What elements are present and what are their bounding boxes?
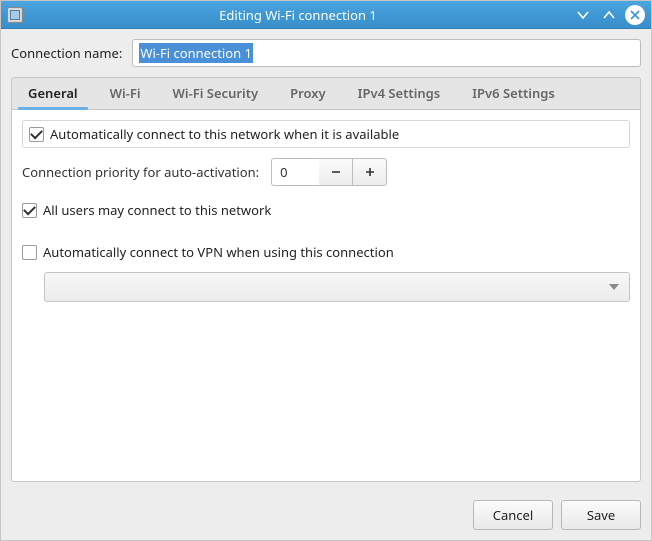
priority-row: Connection priority for auto-activation:…: [22, 158, 630, 186]
connection-name-value: Wi-Fi connection 1: [139, 43, 253, 63]
minus-icon: [330, 166, 342, 178]
tab-label: General: [28, 84, 78, 102]
dialog-body: Connection name: Wi-Fi connection 1 Gene…: [1, 29, 651, 492]
auto-vpn-row: Automatically connect to VPN when using …: [22, 238, 630, 266]
connection-name-input[interactable]: Wi-Fi connection 1: [132, 39, 641, 67]
priority-input[interactable]: 0: [271, 158, 319, 186]
close-icon: [630, 10, 640, 20]
all-users-label: All users may connect to this network: [43, 201, 271, 219]
minimize-button[interactable]: [573, 5, 593, 25]
priority-increment[interactable]: [353, 158, 387, 186]
tabbar: General Wi-Fi Wi-Fi Security Proxy IPv4 …: [11, 77, 641, 109]
connection-name-label: Connection name:: [11, 44, 122, 62]
tab-wifi-security[interactable]: Wi-Fi Security: [157, 77, 275, 109]
save-label: Save: [587, 506, 615, 524]
window-title: Editing Wi-Fi connection 1: [29, 6, 567, 24]
tab-label: Wi-Fi Security: [173, 84, 259, 102]
cancel-label: Cancel: [493, 506, 533, 524]
tab-general[interactable]: General: [12, 77, 94, 109]
tab-ipv4[interactable]: IPv4 Settings: [342, 77, 457, 109]
cancel-button[interactable]: Cancel: [473, 500, 553, 530]
all-users-row: All users may connect to this network: [22, 196, 630, 224]
tab-label: Proxy: [290, 84, 326, 102]
priority-decrement[interactable]: [319, 158, 353, 186]
save-button[interactable]: Save: [561, 500, 641, 530]
plus-icon: [364, 166, 376, 178]
chevron-down-icon: [576, 8, 590, 22]
priority-value: 0: [280, 163, 287, 181]
tab-ipv6[interactable]: IPv6 Settings: [456, 77, 571, 109]
close-button[interactable]: [625, 5, 645, 25]
dropdown-arrow-icon: [609, 284, 619, 290]
auto-connect-label: Automatically connect to this network wh…: [50, 125, 399, 143]
auto-vpn-checkbox[interactable]: [22, 245, 37, 260]
connection-name-row: Connection name: Wi-Fi connection 1: [11, 39, 641, 67]
priority-stepper: 0: [271, 158, 387, 186]
dialog-footer: Cancel Save: [1, 492, 651, 540]
vpn-select[interactable]: [44, 272, 630, 302]
spacer: [22, 224, 630, 238]
tab-wifi[interactable]: Wi-Fi: [94, 77, 157, 109]
window: Editing Wi-Fi connection 1 Connection na…: [0, 0, 652, 541]
auto-vpn-label: Automatically connect to VPN when using …: [43, 243, 394, 261]
auto-connect-checkbox[interactable]: [29, 127, 44, 142]
maximize-button[interactable]: [599, 5, 619, 25]
app-icon: [7, 7, 23, 23]
tab-proxy[interactable]: Proxy: [274, 77, 342, 109]
tab-label: IPv6 Settings: [472, 84, 555, 102]
titlebar: Editing Wi-Fi connection 1: [1, 1, 651, 29]
tab-panel-general: Automatically connect to this network wh…: [11, 109, 641, 482]
tab-label: Wi-Fi: [110, 84, 141, 102]
auto-connect-row: Automatically connect to this network wh…: [22, 120, 630, 148]
all-users-checkbox[interactable]: [22, 203, 37, 218]
chevron-up-icon: [602, 8, 616, 22]
priority-label: Connection priority for auto-activation:: [22, 163, 259, 181]
tab-label: IPv4 Settings: [358, 84, 441, 102]
